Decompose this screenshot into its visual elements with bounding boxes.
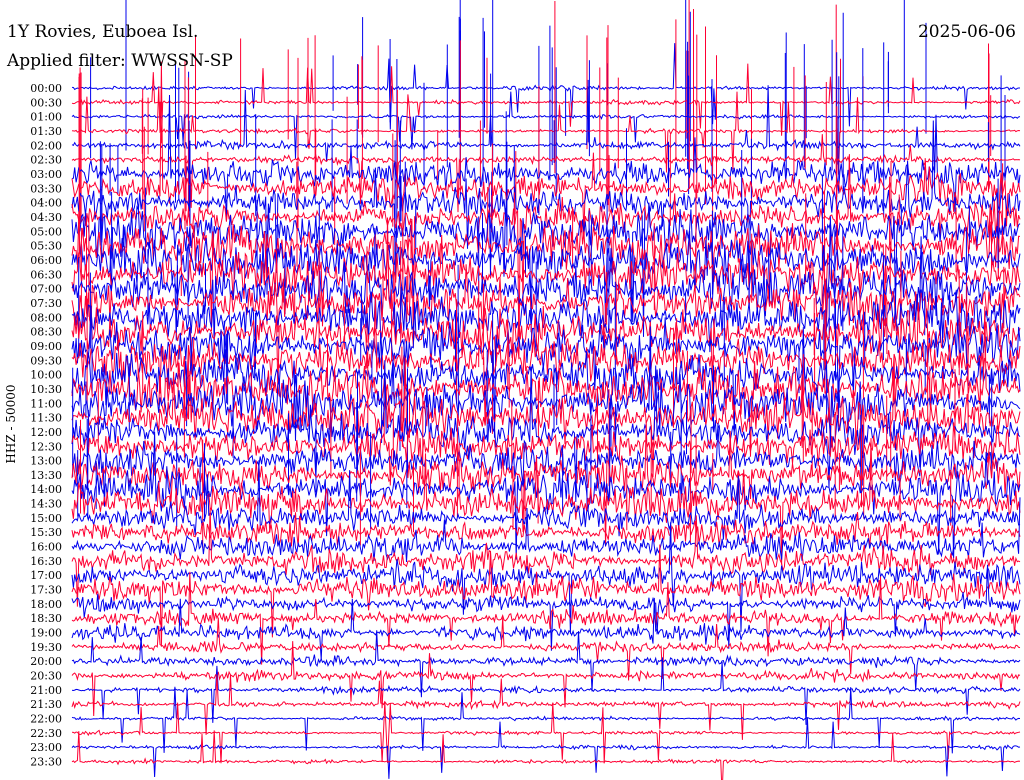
time-label: 09:00 — [30, 340, 62, 353]
time-label: 00:30 — [30, 96, 62, 109]
time-label: 07:00 — [30, 283, 62, 296]
time-label: 18:00 — [30, 598, 62, 611]
time-label: 15:30 — [30, 526, 62, 539]
station-title: 1Y Rovies, Euboea Isl. — [7, 22, 198, 42]
time-label: 04:30 — [30, 211, 62, 224]
time-label: 07:30 — [30, 297, 62, 310]
time-label: 06:30 — [30, 268, 62, 281]
time-label: 01:00 — [30, 111, 62, 124]
time-label: 21:00 — [30, 684, 62, 697]
time-label: 01:30 — [30, 125, 62, 138]
time-label: 10:30 — [30, 383, 62, 396]
helicorder-plot: 1Y Rovies, Euboea Isl. 2025-06-06 Applie… — [0, 0, 1024, 780]
time-label: 13:30 — [30, 469, 62, 482]
time-label: 02:00 — [30, 139, 62, 152]
time-label: 19:00 — [30, 627, 62, 640]
filter-label: Applied filter: WWSSN-SP — [6, 51, 233, 71]
time-label: 12:00 — [30, 426, 62, 439]
time-label: 03:00 — [30, 168, 62, 181]
time-label: 17:00 — [30, 569, 62, 582]
time-label: 17:30 — [30, 584, 62, 597]
time-label: 08:30 — [30, 326, 62, 339]
time-label: 23:00 — [30, 741, 62, 754]
time-label: 10:00 — [30, 369, 62, 382]
time-label: 02:30 — [30, 154, 62, 167]
time-label: 16:30 — [30, 555, 62, 568]
y-axis-label: HHZ - 50000 — [4, 384, 18, 463]
time-label: 22:30 — [30, 727, 62, 740]
time-label: 20:00 — [30, 655, 62, 668]
time-axis-labels: 00:0000:30 01:0001:3002:00 02:3003:0003:30… — [30, 82, 62, 769]
time-label: 19:30 — [30, 641, 62, 654]
time-label: 03:30 — [30, 182, 62, 195]
time-label: 20:30 — [30, 670, 62, 683]
time-label: 23:30 — [30, 756, 62, 769]
time-label: 12:30 — [30, 440, 62, 453]
time-label: 21:30 — [30, 698, 62, 711]
time-label: 05:30 — [30, 240, 62, 253]
time-label: 09:30 — [30, 354, 62, 367]
time-label: 13:00 — [30, 455, 62, 468]
time-label: 11:00 — [30, 397, 62, 410]
time-label: 14:30 — [30, 498, 62, 511]
time-label: 05:00 — [30, 225, 62, 238]
time-label: 11:30 — [30, 412, 62, 425]
plot-date: 2025-06-06 — [918, 22, 1016, 42]
time-label: 22:00 — [30, 713, 62, 726]
time-label: 18:30 — [30, 612, 62, 625]
time-label: 04:00 — [30, 197, 62, 210]
time-label: 16:00 — [30, 541, 62, 554]
time-label: 00:00 — [30, 82, 62, 95]
time-label: 08:00 — [30, 311, 62, 324]
time-label: 15:00 — [30, 512, 62, 525]
time-label: 06:00 — [30, 254, 62, 267]
time-label: 14:00 — [30, 483, 62, 496]
